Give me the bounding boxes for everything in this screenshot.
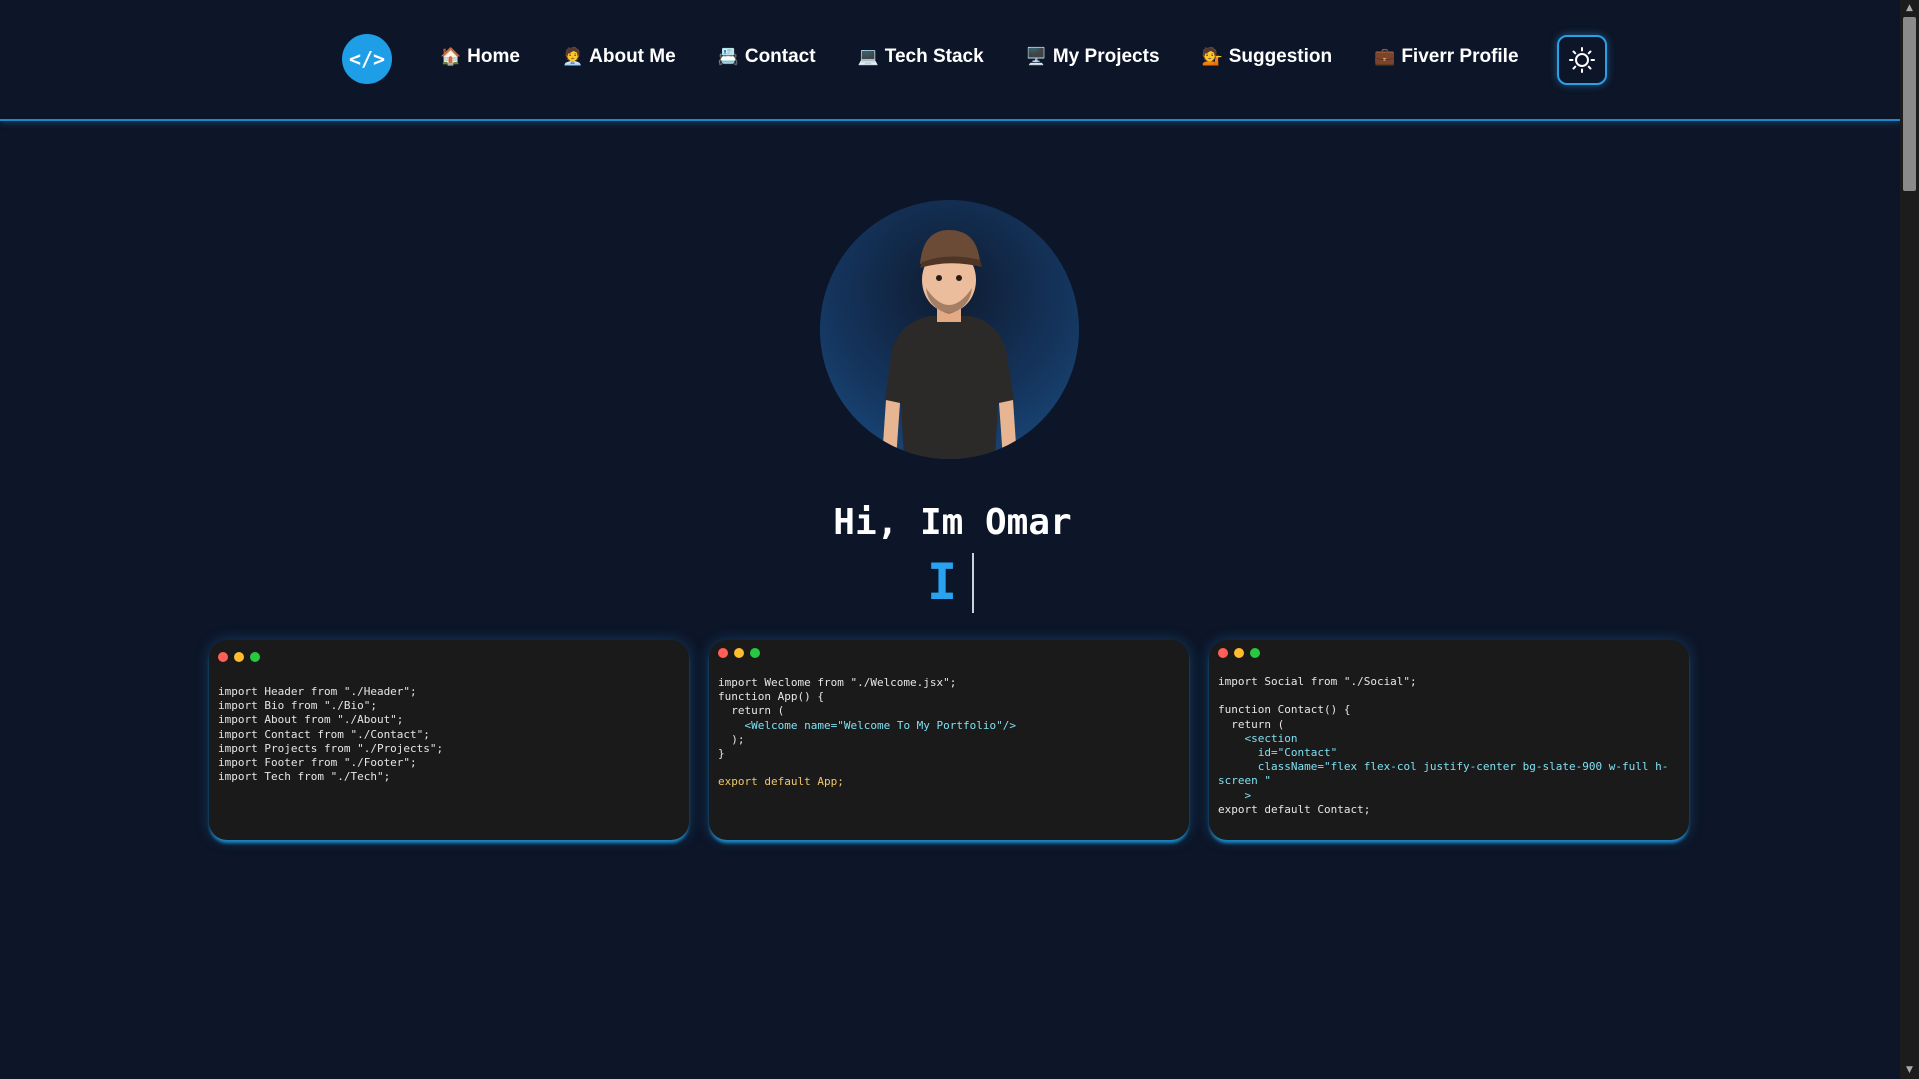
person-tipping-hand-icon: 💁 (1201, 47, 1223, 66)
code-line: return ( (718, 704, 785, 718)
scroll-thumb[interactable] (1903, 17, 1916, 191)
code-card: import Header from "./Header"; import Bi… (209, 640, 689, 840)
minimize-dot-icon (734, 648, 744, 658)
window-controls (1218, 648, 1260, 658)
house-icon: 🏠 (440, 47, 462, 66)
code-line: className="flex flex-col justify-center … (1218, 760, 1669, 788)
theme-toggle-button[interactable] (1557, 35, 1607, 85)
nav-item-label: Fiverr Profile (1401, 46, 1519, 67)
code-line: import Weclome from "./Welcome.jsx"; (718, 676, 957, 689)
nav-item-label: Tech Stack (884, 46, 984, 67)
profile-avatar (820, 200, 1079, 459)
laptop-icon: 💻 (857, 47, 879, 66)
nav-item-my-projects[interactable]: 🖥️ My Projects (1026, 46, 1160, 68)
typing-text: I (927, 553, 958, 611)
code-line: <Welcome name="Welcome To My Portfolio"/… (718, 718, 1017, 732)
code-line: import Footer from "./Footer"; (218, 756, 417, 770)
nav-links: 🏠 Home 🧑‍💼 About Me 📇 Contact 💻 Tech Sta… (440, 46, 1519, 68)
nav-item-label: About Me (589, 46, 676, 67)
maximize-dot-icon (250, 652, 260, 662)
code-line: ); (718, 732, 745, 746)
contact-card-icon: 📇 (717, 47, 739, 66)
nav-item-tech-stack[interactable]: 💻 Tech Stack (858, 46, 984, 68)
scroll-down-arrow-icon[interactable]: ▼ (1900, 1062, 1919, 1079)
nav-item-fiverr-profile[interactable]: 💼 Fiverr Profile (1374, 46, 1518, 68)
person-icon: 🧑‍💼 (561, 47, 584, 66)
code-line: } (718, 747, 725, 761)
nav-item-contact[interactable]: 📇 Contact (718, 46, 816, 68)
close-dot-icon (218, 652, 228, 662)
avatar-illustration (882, 230, 1017, 459)
code-line: import Tech from "./Tech"; (218, 770, 391, 784)
typing-cursor (972, 553, 974, 613)
code-line: return ( (1218, 717, 1285, 731)
nav-item-label: Contact (744, 46, 816, 67)
window-controls (718, 648, 760, 658)
code-line: import Header from "./Header"; (218, 685, 417, 698)
minimize-dot-icon (234, 652, 244, 662)
close-dot-icon (1218, 648, 1228, 658)
nav-item-label: My Projects (1052, 46, 1160, 67)
logo-code-icon[interactable]: </> (342, 34, 392, 84)
nav-item-label: Suggestion (1228, 46, 1333, 67)
nav-item-home[interactable]: 🏠 Home (440, 46, 520, 68)
code-card: import Weclome from "./Welcome.jsx"; fun… (709, 640, 1189, 840)
code-line: id="Contact" (1218, 746, 1338, 760)
nav-item-about-me[interactable]: 🧑‍💼 About Me (562, 46, 676, 68)
briefcase-icon: 💼 (1374, 47, 1396, 66)
nav-item-suggestion[interactable]: 💁 Suggestion (1202, 46, 1333, 68)
code-line: import About from "./About"; (218, 713, 404, 727)
code-block: import Header from "./Header"; import Bi… (218, 685, 669, 784)
code-line: export default App; (718, 775, 844, 789)
maximize-dot-icon (1250, 648, 1260, 658)
sun-icon (1569, 47, 1595, 73)
maximize-dot-icon (750, 648, 760, 658)
close-dot-icon (718, 648, 728, 658)
code-line: > (1218, 788, 1252, 802)
navbar: </> 🏠 Home 🧑‍💼 About Me 📇 Contact 💻 Tech… (0, 0, 1900, 121)
desktop-icon: 🖥️ (1025, 47, 1047, 66)
code-line: export default Contact; (1218, 802, 1371, 816)
scroll-up-arrow-icon[interactable]: ▲ (1900, 0, 1919, 17)
code-block: import Social from "./Social"; function … (1218, 675, 1669, 817)
minimize-dot-icon (1234, 648, 1244, 658)
code-line: import Contact from "./Contact"; (218, 727, 430, 741)
hero-greeting: Hi, Im Omar (833, 502, 1072, 544)
code-line: function Contact() { (1218, 703, 1351, 717)
code-line: function App() { (718, 690, 824, 704)
nav-item-label: Home (467, 46, 520, 67)
code-line: import Bio from "./Bio"; (218, 699, 377, 713)
code-line: import Projects from "./Projects"; (218, 741, 444, 755)
code-line: <section (1218, 731, 1298, 745)
code-block: import Weclome from "./Welcome.jsx"; fun… (718, 676, 1169, 790)
window-controls (218, 652, 260, 662)
code-line: import Social from "./Social"; (1218, 675, 1417, 688)
code-card: import Social from "./Social"; function … (1209, 640, 1689, 840)
